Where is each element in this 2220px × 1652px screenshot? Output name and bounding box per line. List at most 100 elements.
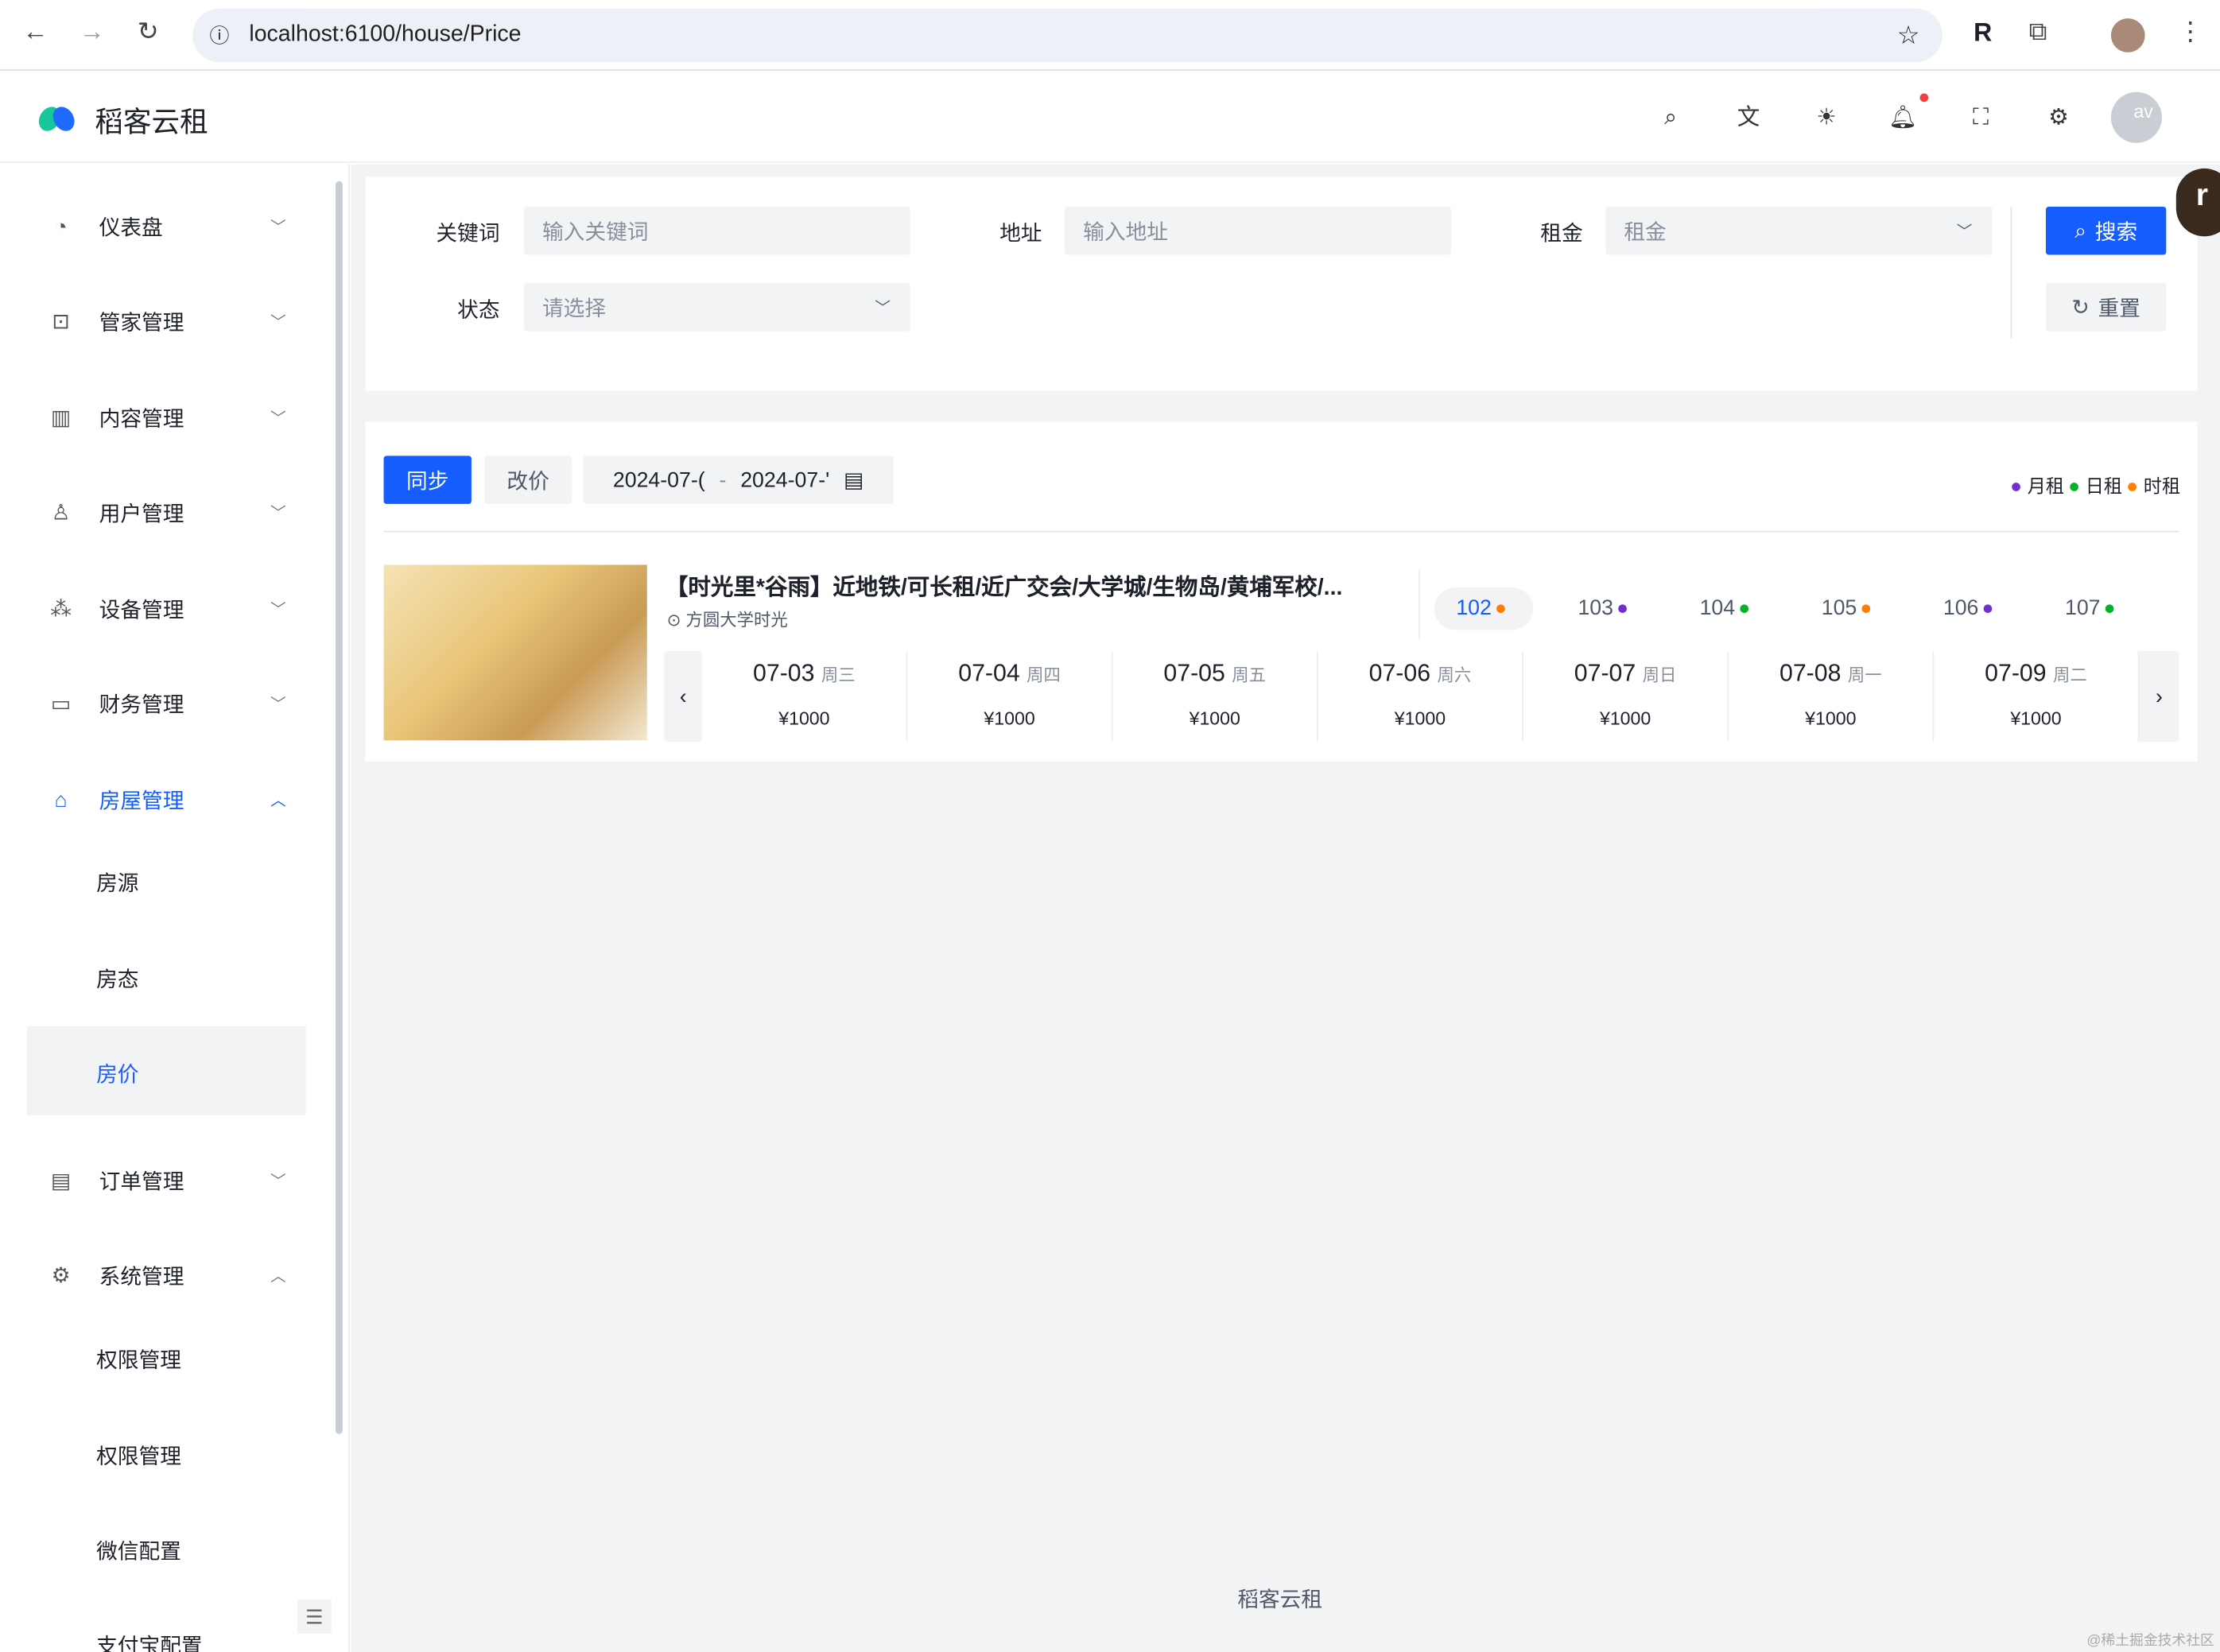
price[interactable]: ¥1000 bbox=[1113, 708, 1317, 729]
forward-icon[interactable]: → bbox=[80, 17, 105, 46]
profile-avatar[interactable] bbox=[2111, 18, 2145, 52]
price[interactable]: ¥1000 bbox=[907, 708, 1111, 729]
sidebar-item-dashboard[interactable]: ◔仪表盘﹀ bbox=[25, 196, 306, 258]
sidebar-item-steward[interactable]: ⊡管家管理﹀ bbox=[25, 290, 306, 352]
label: 内容管理 bbox=[99, 403, 184, 432]
user-avatar[interactable]: av bbox=[2111, 92, 2162, 143]
listing-title[interactable]: 【时光里*谷雨】近地铁/可长租/近广交会/大学城/生物岛/黄埔军校/... bbox=[666, 568, 1343, 602]
sidebar-item-finance[interactable]: ▭财务管理﹀ bbox=[25, 673, 306, 735]
sidebar-item-users[interactable]: ♙用户管理﹀ bbox=[25, 481, 306, 543]
robot-icon: ⊡ bbox=[45, 308, 76, 334]
weekday: 周日 bbox=[1643, 665, 1677, 685]
day-column[interactable]: 07-03 周三¥1000 bbox=[702, 651, 907, 742]
sidebar-item-house[interactable]: ⌂房屋管理︿ bbox=[25, 769, 306, 831]
chevron-up-icon: ︿ bbox=[270, 789, 286, 811]
date: 07-08 bbox=[1779, 660, 1841, 687]
label: 房屋管理 bbox=[99, 785, 184, 814]
location-pin-icon: ⊙ bbox=[667, 610, 686, 630]
address-bar[interactable]: ⓘlocalhost:6100/house/Price☆ bbox=[192, 9, 1942, 63]
reload-icon[interactable]: ↻ bbox=[138, 17, 159, 46]
sidebar-item-content[interactable]: ▥内容管理﹀ bbox=[25, 386, 306, 448]
room-number: 107 bbox=[2065, 596, 2101, 620]
floating-extension-button[interactable]: r bbox=[2176, 169, 2220, 236]
app-header: 稻客云租 ⌕ 文 ☀ 🔔︎ ⛶ ⚙ av bbox=[0, 72, 2220, 163]
address-input[interactable]: 输入地址 bbox=[1065, 207, 1451, 255]
star-icon[interactable]: ☆ bbox=[1897, 21, 1920, 50]
date: 07-05 bbox=[1163, 660, 1224, 687]
status-select[interactable]: 请选择 ﹀ bbox=[524, 283, 910, 332]
status-label: 状态 bbox=[422, 294, 500, 324]
placeholder: 请选择 bbox=[542, 293, 606, 322]
rent-type-dot bbox=[2105, 603, 2113, 612]
reset-button[interactable]: ↻重置 bbox=[2046, 283, 2166, 332]
room-number: 106 bbox=[1943, 596, 1979, 620]
room-tab[interactable]: 105 bbox=[1799, 588, 1899, 630]
day-column[interactable]: 07-04 周四¥1000 bbox=[907, 651, 1112, 742]
divider bbox=[2010, 207, 2012, 339]
next-button[interactable]: › bbox=[2139, 651, 2179, 742]
fullscreen-icon[interactable]: ⛶ bbox=[1965, 103, 1996, 134]
day-column[interactable]: 07-06 周六¥1000 bbox=[1318, 651, 1523, 742]
sidebar-scrollbar[interactable] bbox=[336, 181, 343, 1434]
date-separator: - bbox=[719, 467, 726, 491]
room-tab[interactable]: 106 bbox=[1921, 588, 2020, 630]
date-range-picker[interactable]: 2024-07-(-2024-07-'▤ bbox=[584, 456, 894, 504]
room-tab[interactable]: 102 bbox=[1434, 588, 1534, 630]
weekday: 周五 bbox=[1232, 665, 1266, 685]
label: 用户管理 bbox=[99, 498, 184, 527]
room-number: 105 bbox=[1822, 596, 1857, 620]
room-tab[interactable]: 103 bbox=[1556, 588, 1655, 630]
weekday: 周一 bbox=[1848, 665, 1882, 685]
keyword-input[interactable]: 输入关键词 bbox=[524, 207, 910, 255]
legend-monthly: 月租 bbox=[2028, 475, 2064, 497]
price[interactable]: ¥1000 bbox=[1934, 708, 2137, 729]
sidebar-subitem-permissions-2[interactable]: 权限管理 bbox=[96, 1441, 181, 1471]
extension-r-icon[interactable]: R bbox=[1974, 18, 1992, 48]
room-number: 104 bbox=[1700, 596, 1736, 620]
day-column[interactable]: 07-05 周五 ¥1000 bbox=[1113, 651, 1318, 742]
price[interactable]: ¥1000 bbox=[1318, 708, 1522, 729]
label: 财务管理 bbox=[99, 688, 184, 718]
sidebar-subitem-price[interactable]: 房价 bbox=[96, 1059, 138, 1088]
sidebar-item-system[interactable]: ⚙系统管理︿ bbox=[25, 1244, 306, 1306]
sidebar-subitem-price-active[interactable] bbox=[27, 1026, 306, 1115]
sidebar-item-devices[interactable]: ⁂设备管理﹀ bbox=[25, 577, 306, 639]
rent-select[interactable]: 租金﹀ bbox=[1605, 207, 1992, 255]
label: 搜索 bbox=[2095, 216, 2137, 246]
room-tab[interactable]: 107 bbox=[2043, 588, 2142, 630]
room-number: 103 bbox=[1578, 596, 1613, 620]
calendar-icon: ▤ bbox=[844, 467, 864, 493]
sync-button[interactable]: 同步 bbox=[384, 456, 472, 504]
prev-button[interactable]: ‹ bbox=[664, 651, 702, 742]
sidebar-subitem-wechat[interactable]: 微信配置 bbox=[96, 1536, 181, 1565]
menu-icon[interactable]: ⋮ bbox=[2178, 17, 2203, 46]
date: 07-03 bbox=[753, 660, 814, 687]
extensions-icon[interactable]: ⧉ bbox=[2029, 17, 2047, 46]
bell-icon[interactable]: 🔔︎ bbox=[1888, 103, 1919, 134]
search-button[interactable]: ⌕搜索 bbox=[2046, 207, 2166, 255]
chevron-left-icon: ‹ bbox=[680, 684, 687, 708]
sidebar-subitem-alipay[interactable]: 支付宝配置 bbox=[96, 1631, 203, 1652]
day-column[interactable]: 07-07 周日¥1000 bbox=[1523, 651, 1729, 742]
legend-dot bbox=[2012, 483, 2020, 491]
sidebar-subitem-listings[interactable]: 房源 bbox=[96, 868, 138, 898]
search-icon[interactable]: ⌕ bbox=[1655, 103, 1686, 134]
theme-icon[interactable]: ☀ bbox=[1811, 103, 1842, 134]
legend: 月租日租时租 bbox=[2006, 471, 2180, 498]
collapse-menu-icon[interactable]: ☰ bbox=[297, 1600, 332, 1634]
sidebar-subitem-room-status[interactable]: 房态 bbox=[96, 964, 138, 994]
chevron-down-icon: ﹀ bbox=[875, 296, 891, 318]
back-icon[interactable]: ← bbox=[22, 17, 48, 46]
price[interactable]: ¥1000 bbox=[702, 708, 906, 729]
day-column[interactable]: 07-08 周一 ¥1000 bbox=[1729, 651, 1934, 742]
price[interactable]: ¥1000 bbox=[1729, 708, 1932, 729]
change-price-button[interactable]: 改价 bbox=[484, 456, 572, 504]
refresh-icon: ↻ bbox=[2071, 294, 2089, 320]
settings-icon[interactable]: ⚙ bbox=[2043, 103, 2074, 134]
room-tab[interactable]: 104 bbox=[1678, 588, 1777, 630]
price[interactable]: ¥1000 bbox=[1523, 708, 1727, 729]
translate-icon[interactable]: 文 bbox=[1733, 103, 1764, 134]
sidebar-item-orders[interactable]: ▤订单管理﹀ bbox=[25, 1150, 306, 1212]
day-column[interactable]: 07-09 周二¥1000 bbox=[1934, 651, 2139, 742]
sidebar-subitem-permissions[interactable]: 权限管理 bbox=[96, 1345, 181, 1375]
